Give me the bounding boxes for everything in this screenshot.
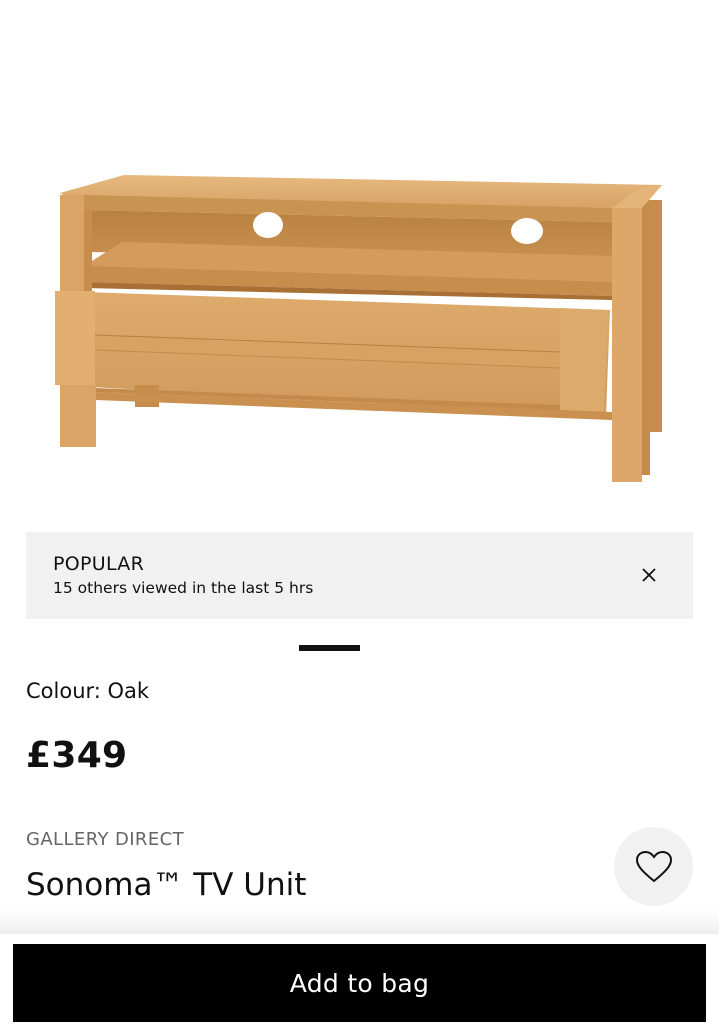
colour-row: Colour: Oak [26, 679, 149, 703]
carousel-indicator[interactable] [299, 645, 360, 651]
add-to-bag-button[interactable]: Add to bag [13, 944, 706, 1022]
popular-title: POPULAR [53, 553, 145, 575]
colour-value: Oak [107, 679, 150, 703]
brand-name[interactable]: GALLERY DIRECT [26, 829, 184, 850]
product-page: POPULAR 15 others viewed in the last 5 h… [0, 0, 719, 1024]
heart-icon [635, 850, 672, 882]
wishlist-button[interactable] [614, 827, 693, 906]
product-price: £349 [26, 735, 128, 776]
colour-label: Colour: [26, 679, 101, 703]
product-title: Sonoma™ TV Unit [26, 867, 307, 903]
close-icon[interactable] [635, 561, 663, 589]
popular-banner: POPULAR 15 others viewed in the last 5 h… [26, 532, 693, 619]
product-image[interactable] [0, 0, 719, 520]
bottom-bar: Add to bag [0, 934, 719, 1024]
bottom-bar-shadow [0, 910, 719, 936]
popular-subtitle: 15 others viewed in the last 5 hrs [53, 579, 314, 597]
tv-unit-illustration [55, 175, 662, 482]
